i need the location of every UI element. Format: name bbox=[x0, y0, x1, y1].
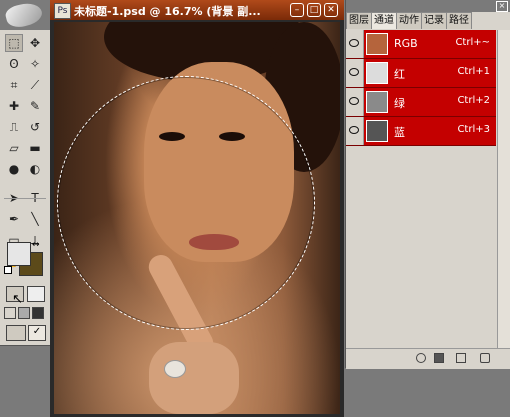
screen-mode-full-icon[interactable] bbox=[32, 307, 44, 319]
gradient-icon[interactable]: ▬ bbox=[26, 139, 44, 157]
channel-thumbnail bbox=[366, 33, 388, 55]
channel-thumbnail bbox=[366, 120, 388, 142]
visibility-toggle[interactable] bbox=[346, 59, 364, 87]
magic-wand-icon[interactable]: ✧ bbox=[26, 55, 44, 73]
document-window: Ps 未标题-1.psd @ 16.7% (背景 副... – □ ✕ bbox=[50, 0, 344, 417]
channel-thumbnail bbox=[366, 62, 388, 84]
toolbox-header bbox=[0, 0, 50, 31]
document-title: 未标题-1.psd @ 16.7% (背景 副... bbox=[74, 5, 261, 18]
toolbox: ⬚✥ʘ✧⌗⟋✚✎⎍↺▱▬●◐➤T✒╲▭⟂✋⌕ ↔ ↖ ✓ bbox=[0, 0, 51, 346]
tab-1[interactable]: 通道 bbox=[371, 12, 397, 29]
image-canvas[interactable] bbox=[54, 22, 340, 414]
tab-4[interactable]: 路径 bbox=[446, 12, 472, 29]
document-title-bar[interactable]: Ps 未标题-1.psd @ 16.7% (背景 副... – □ ✕ bbox=[50, 0, 344, 20]
load-selection-icon[interactable] bbox=[416, 353, 426, 363]
photo-ring bbox=[164, 360, 186, 378]
visibility-toggle[interactable] bbox=[346, 88, 364, 116]
elliptical-selection-marquee[interactable] bbox=[57, 76, 315, 330]
panel-tabs: 图层 通道 动作 记录 路径 bbox=[346, 12, 510, 30]
channel-shortcut: Ctrl+~ bbox=[455, 37, 490, 48]
channel-shortcut: Ctrl+3 bbox=[457, 124, 490, 135]
tab-3[interactable]: 记录 bbox=[421, 12, 447, 29]
channel-shortcut: Ctrl+2 bbox=[457, 95, 490, 106]
panel-close-icon[interactable]: × bbox=[496, 1, 508, 12]
dodge-icon[interactable]: ◐ bbox=[26, 160, 44, 178]
maximize-button[interactable]: □ bbox=[307, 3, 321, 17]
quick-mask-icon[interactable] bbox=[27, 286, 45, 302]
channel-scrollbar[interactable] bbox=[497, 30, 510, 348]
pen-icon[interactable]: ✒ bbox=[5, 210, 23, 228]
photoshop-doc-icon: Ps bbox=[54, 3, 71, 19]
channel-shortcut: Ctrl+1 bbox=[457, 66, 490, 77]
panel-header: × bbox=[346, 0, 510, 12]
lasso-icon[interactable]: ʘ bbox=[5, 55, 23, 73]
channel-row[interactable]: RGB Ctrl+~ bbox=[346, 30, 496, 59]
crop-icon[interactable]: ⌗ bbox=[5, 76, 23, 94]
visibility-toggle[interactable] bbox=[346, 117, 364, 145]
healing-brush-icon[interactable]: ✚ bbox=[5, 97, 23, 115]
line-icon[interactable]: ╲ bbox=[26, 210, 44, 228]
delete-channel-icon[interactable] bbox=[480, 353, 490, 363]
minimize-button[interactable]: – bbox=[290, 3, 304, 17]
mouse-cursor-icon: ↖ bbox=[12, 292, 23, 307]
eye-icon bbox=[349, 39, 359, 47]
feather-logo-icon bbox=[3, 0, 45, 31]
slice-icon[interactable]: ⟋ bbox=[26, 76, 44, 94]
eye-icon bbox=[349, 68, 359, 76]
channels-panel: × 图层 通道 动作 记录 路径 RGB Ctrl+~ 红 Ctrl+1 绿 Ctrl+2 蓝 Ctr… bbox=[345, 0, 510, 369]
tab-0[interactable]: 图层 bbox=[346, 12, 372, 29]
channel-name: 红 bbox=[394, 68, 405, 81]
channel-name: 蓝 bbox=[394, 126, 405, 139]
save-selection-icon[interactable] bbox=[434, 353, 444, 363]
default-colors-icon[interactable] bbox=[4, 266, 12, 274]
jump-to-imageready-icon[interactable] bbox=[6, 325, 26, 341]
tab-2[interactable]: 动作 bbox=[396, 12, 422, 29]
channel-row[interactable]: 蓝 Ctrl+3 bbox=[346, 117, 496, 146]
toolbox-divider bbox=[4, 198, 46, 199]
channel-name: RGB bbox=[394, 37, 418, 50]
channel-thumbnail bbox=[366, 91, 388, 113]
channel-name: 绿 bbox=[394, 97, 405, 110]
marquee-icon[interactable]: ⬚ bbox=[5, 34, 23, 52]
screen-mode-full-menu-icon[interactable] bbox=[18, 307, 30, 319]
photo-hand bbox=[149, 342, 239, 414]
visibility-toggle[interactable] bbox=[346, 30, 364, 58]
panel-footer bbox=[346, 348, 510, 369]
brush-icon[interactable]: ✎ bbox=[26, 97, 44, 115]
eye-icon bbox=[349, 126, 359, 134]
clone-stamp-icon[interactable]: ⎍ bbox=[5, 118, 23, 136]
swap-colors-icon[interactable]: ↔ bbox=[32, 240, 40, 250]
move-icon[interactable]: ✥ bbox=[26, 34, 44, 52]
eye-icon bbox=[349, 97, 359, 105]
channel-row[interactable]: 红 Ctrl+1 bbox=[346, 59, 496, 88]
checkmark-icon[interactable]: ✓ bbox=[28, 325, 46, 341]
new-channel-icon[interactable] bbox=[456, 353, 466, 363]
blur-icon[interactable]: ● bbox=[5, 160, 23, 178]
screen-mode-standard-icon[interactable] bbox=[4, 307, 16, 319]
eraser-icon[interactable]: ▱ bbox=[5, 139, 23, 157]
history-brush-icon[interactable]: ↺ bbox=[26, 118, 44, 136]
channel-row[interactable]: 绿 Ctrl+2 bbox=[346, 88, 496, 117]
close-button[interactable]: ✕ bbox=[324, 3, 338, 17]
foreground-color-swatch[interactable] bbox=[7, 242, 31, 266]
